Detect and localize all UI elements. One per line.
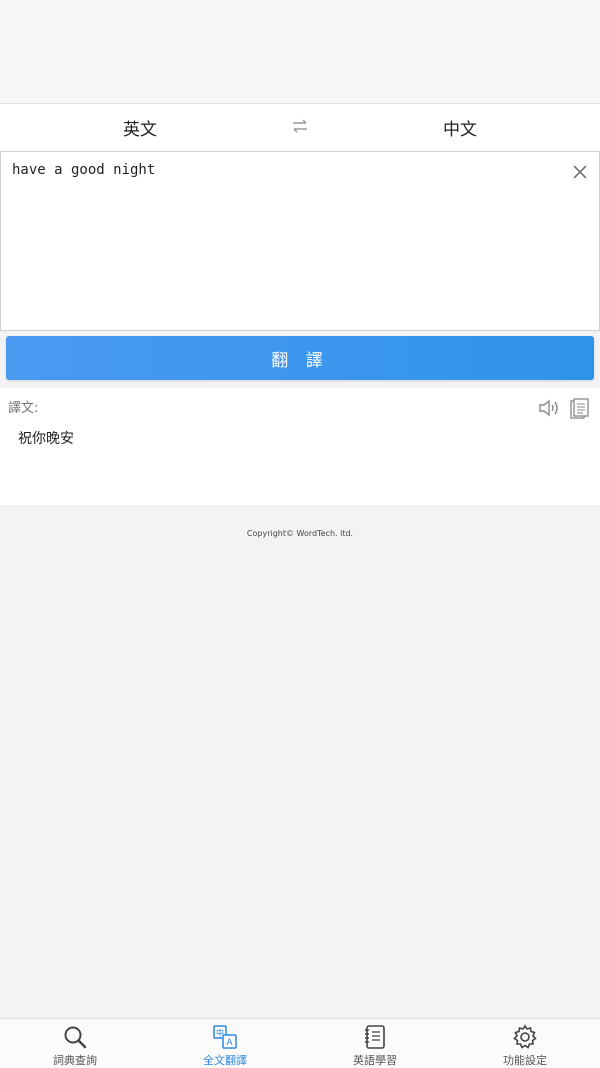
translate-icon: 中 A (213, 1025, 237, 1049)
translate-button[interactable]: 翻 譯 (6, 336, 594, 380)
tab-english-learning[interactable]: 英語學習 (300, 1019, 450, 1068)
result-panel: 譯文: 祝你晚安 (0, 388, 600, 505)
result-label: 譯文: (8, 401, 39, 416)
tab-label: 英語學習 (353, 1054, 397, 1067)
bottom-tab-bar: 詞典查詢 中 A 全文翻譯 英語學習 功能設定 (0, 1018, 600, 1068)
language-bar: 英文 中文 (0, 104, 600, 151)
svg-text:A: A (226, 1038, 233, 1048)
tab-label: 功能設定 (503, 1054, 547, 1067)
result-text: 祝你晚安 (18, 431, 74, 447)
gear-icon (513, 1024, 537, 1049)
target-language-button[interactable]: 中文 (320, 115, 600, 140)
tab-settings[interactable]: 功能設定 (450, 1019, 600, 1068)
tab-full-translation[interactable]: 中 A 全文翻譯 (150, 1019, 300, 1068)
source-language-button[interactable]: 英文 (0, 115, 280, 140)
tab-dictionary[interactable]: 詞典查詢 (0, 1019, 150, 1068)
swap-arrows-icon[interactable] (280, 117, 320, 138)
copy-icon[interactable] (570, 398, 589, 419)
notebook-icon (365, 1025, 385, 1049)
tab-label: 詞典查詢 (53, 1054, 97, 1067)
tab-label: 全文翻譯 (203, 1054, 247, 1067)
close-icon[interactable] (570, 162, 590, 182)
source-text-input[interactable]: have a good night (0, 151, 600, 331)
copyright-text: Copyright© WordTech. ltd. (246, 529, 354, 538)
search-icon (64, 1026, 87, 1049)
speaker-icon[interactable] (538, 398, 560, 418)
top-blank-area (0, 0, 600, 104)
source-text-value: have a good night (12, 162, 156, 178)
